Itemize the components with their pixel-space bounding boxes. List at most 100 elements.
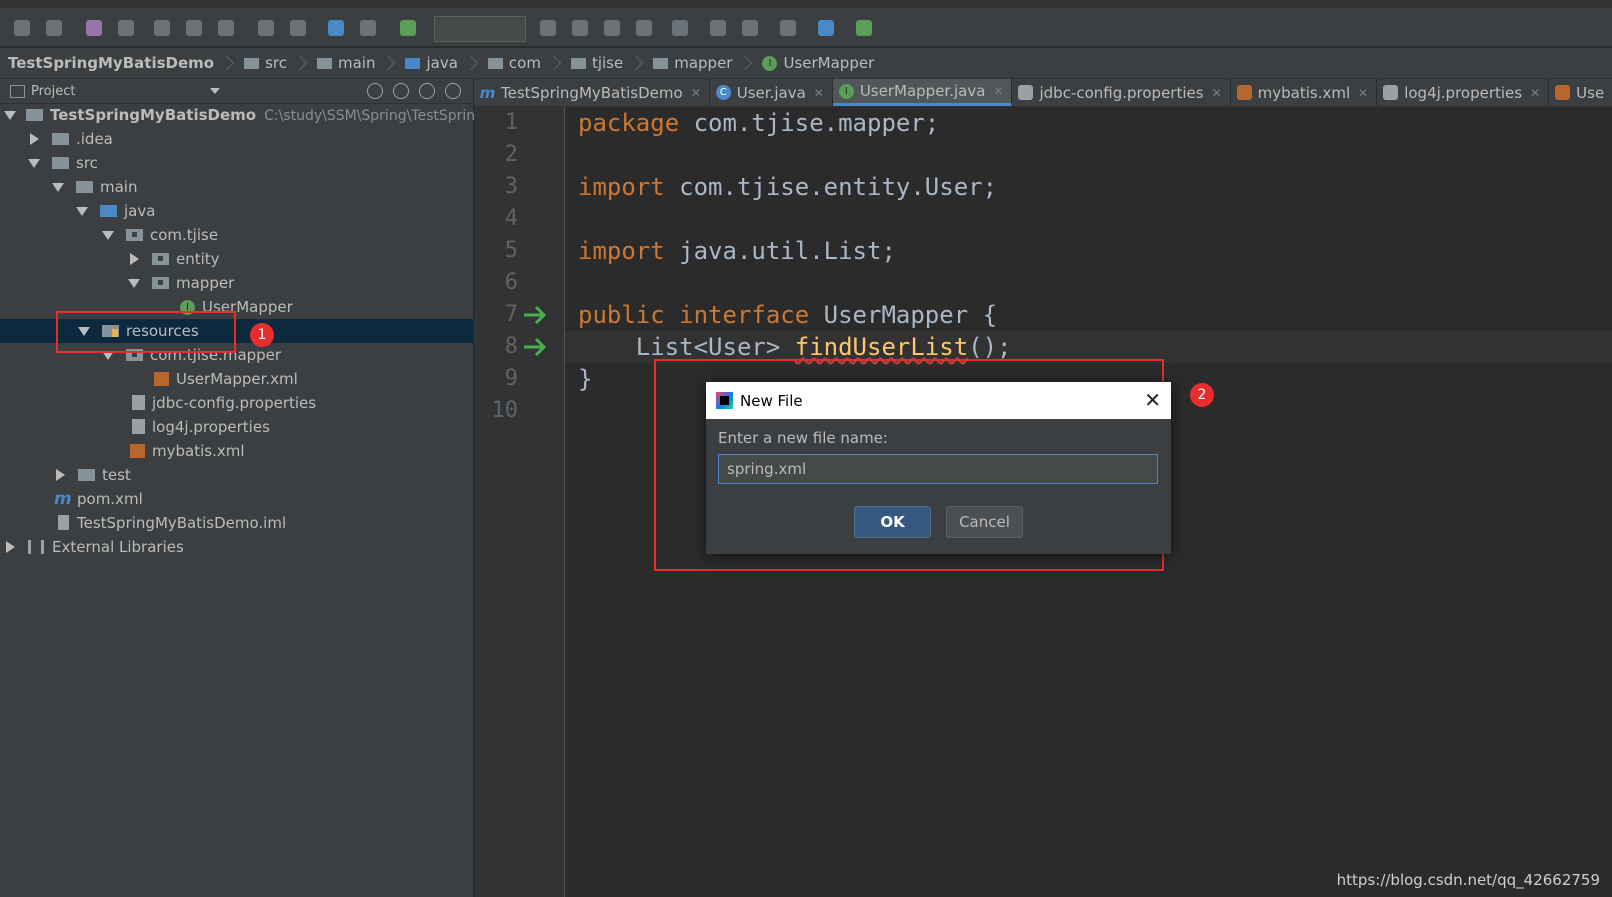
breadcrumb-label: mapper xyxy=(674,54,733,72)
find-icon[interactable] xyxy=(254,16,278,40)
save-all-icon[interactable] xyxy=(10,16,34,40)
tree-item-label: test xyxy=(102,466,131,484)
annotation-box-resources xyxy=(56,311,236,353)
close-icon[interactable]: ✕ xyxy=(1144,390,1161,410)
close-icon[interactable]: ✕ xyxy=(691,86,701,100)
tree-item-usermapper-xml[interactable]: UserMapper.xml xyxy=(0,367,473,391)
file-name-input[interactable] xyxy=(718,454,1158,484)
line-number: 6 xyxy=(504,270,518,295)
tree-item-log4j[interactable]: log4j.properties xyxy=(0,415,473,439)
sync-icon[interactable] xyxy=(42,16,66,40)
code-text: (); xyxy=(968,333,1012,361)
tree-item-entity[interactable]: entity xyxy=(0,247,473,271)
module-folder-icon xyxy=(26,109,43,121)
tab-overflow[interactable]: Use xyxy=(1549,79,1612,106)
tab-usermapper-java[interactable]: I UserMapper.java ✕ xyxy=(832,79,1013,106)
back-icon[interactable] xyxy=(324,16,348,40)
close-icon[interactable]: ✕ xyxy=(1358,86,1368,100)
coverage-icon[interactable] xyxy=(600,16,624,40)
plugin-icon[interactable] xyxy=(852,16,876,40)
help-icon[interactable] xyxy=(814,16,838,40)
tree-item-src[interactable]: src xyxy=(0,151,473,175)
tree-item-jdbc-config[interactable]: jdbc-config.properties xyxy=(0,391,473,415)
close-icon[interactable]: ✕ xyxy=(814,86,824,100)
chevron-down-icon[interactable] xyxy=(210,88,220,94)
dialog-title-bar[interactable]: New File ✕ xyxy=(706,382,1171,419)
breadcrumb-main[interactable]: main xyxy=(309,54,397,72)
tab-log4j[interactable]: log4j.properties ✕ xyxy=(1377,79,1550,106)
tree-item-main[interactable]: main xyxy=(0,175,473,199)
breadcrumb-label: tjise xyxy=(591,54,624,72)
tree-item-java[interactable]: java xyxy=(0,199,473,223)
ok-button[interactable]: OK xyxy=(854,506,931,538)
expand-arrow-icon[interactable] xyxy=(4,111,16,120)
tree-item-iml[interactable]: TestSpringMyBatisDemo.iml xyxy=(0,511,473,535)
paste-icon[interactable] xyxy=(214,16,238,40)
collapsed-arrow-icon[interactable] xyxy=(30,133,39,145)
expand-arrow-icon[interactable] xyxy=(102,231,114,240)
cancel-button[interactable]: Cancel xyxy=(946,506,1023,538)
undo-icon[interactable] xyxy=(82,16,106,40)
tree-item-mapper[interactable]: mapper xyxy=(0,271,473,295)
breadcrumb-project[interactable]: TestSpringMyBatisDemo xyxy=(0,54,236,72)
expand-arrow-icon[interactable] xyxy=(128,279,140,288)
gear-icon[interactable] xyxy=(419,83,435,99)
close-icon[interactable]: ✕ xyxy=(993,84,1003,98)
tree-item-external-libraries[interactable]: External Libraries xyxy=(0,535,473,559)
collapsed-arrow-icon[interactable] xyxy=(56,469,65,481)
folder-icon xyxy=(244,57,260,69)
implementation-arrow-icon[interactable] xyxy=(522,303,548,327)
vcs-icon[interactable] xyxy=(668,16,692,40)
replace-icon[interactable] xyxy=(286,16,310,40)
hide-panel-icon[interactable] xyxy=(445,83,461,99)
collapsed-arrow-icon[interactable] xyxy=(130,253,139,265)
stop-icon[interactable] xyxy=(632,16,656,40)
breadcrumb-tjise[interactable]: tjise xyxy=(563,54,645,72)
close-icon[interactable]: ✕ xyxy=(1530,86,1540,100)
expand-arrow-icon[interactable] xyxy=(28,159,40,168)
breadcrumb-java[interactable]: java xyxy=(397,54,479,72)
scroll-from-source-icon[interactable] xyxy=(367,83,383,99)
sdk-icon[interactable] xyxy=(776,16,800,40)
library-icon xyxy=(28,540,44,554)
tab-testspringmybatisdemo[interactable]: m TestSpringMyBatisDemo ✕ xyxy=(474,79,710,106)
breadcrumb-com[interactable]: com xyxy=(480,54,563,72)
xml-file-icon xyxy=(154,372,169,386)
settings-icon[interactable] xyxy=(706,16,730,40)
expand-arrow-icon[interactable] xyxy=(52,183,64,192)
run-config-select[interactable] xyxy=(434,16,526,42)
tree-item-test[interactable]: test xyxy=(0,463,473,487)
main-toolbar xyxy=(0,0,1612,47)
copy-icon[interactable] xyxy=(182,16,206,40)
tree-item-label: com.tjise xyxy=(150,226,219,244)
debug-icon[interactable] xyxy=(568,16,592,40)
chevron-right-icon xyxy=(463,55,478,71)
project-panel-header[interactable]: Project xyxy=(0,79,473,104)
tab-mybatis-xml[interactable]: mybatis.xml ✕ xyxy=(1231,79,1378,106)
breadcrumb-src[interactable]: src xyxy=(236,54,309,72)
tree-item-pom[interactable]: m pom.xml xyxy=(0,487,473,511)
close-icon[interactable]: ✕ xyxy=(1212,86,1222,100)
line-number: 1 xyxy=(504,110,518,135)
tree-item-project-root[interactable]: TestSpringMyBatisDemo C:\study\SSM\Spring… xyxy=(0,103,475,127)
collapse-all-icon[interactable] xyxy=(393,83,409,99)
expand-arrow-icon[interactable] xyxy=(76,207,88,216)
tab-jdbc-config[interactable]: jdbc-config.properties ✕ xyxy=(1012,79,1231,106)
code-content: package com.tjise.mapper; import com.tji… xyxy=(578,107,1012,393)
source-folder-icon xyxy=(100,205,117,217)
implementation-arrow-icon[interactable] xyxy=(522,335,548,359)
folder-icon xyxy=(316,57,332,69)
run-icon[interactable] xyxy=(536,16,560,40)
build-icon[interactable] xyxy=(396,16,420,40)
tab-user-java[interactable]: C User.java ✕ xyxy=(710,79,833,106)
breadcrumb-usermapper[interactable]: I UserMapper xyxy=(754,54,878,72)
breadcrumb-mapper[interactable]: mapper xyxy=(645,54,754,72)
redo-icon[interactable] xyxy=(114,16,138,40)
collapsed-arrow-icon[interactable] xyxy=(6,541,15,553)
cut-icon[interactable] xyxy=(150,16,174,40)
tree-item-idea[interactable]: .idea xyxy=(0,127,473,151)
tree-item-mybatis-xml[interactable]: mybatis.xml xyxy=(0,439,473,463)
project-structure-icon[interactable] xyxy=(738,16,762,40)
tree-item-com-tjise[interactable]: com.tjise xyxy=(0,223,473,247)
forward-icon[interactable] xyxy=(356,16,380,40)
